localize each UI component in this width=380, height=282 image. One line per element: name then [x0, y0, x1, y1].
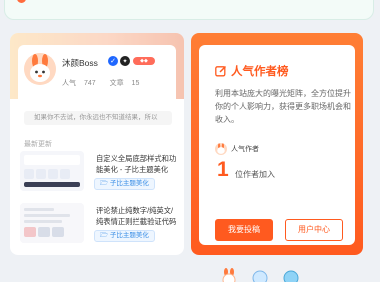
post-title[interactable]: 评论禁止纯数字/纯英文/纯表情正则拦截验证代码 [96, 205, 178, 227]
author-count: 1 [217, 158, 229, 181]
folder-icon: 🗁 [100, 232, 109, 239]
popular-author-panel: 人气作者榜 利用本站庞大的曝光矩阵，全方位提升你的个人影响力，获得更多职场机会和… [199, 45, 355, 245]
post-category[interactable]: 🗁 子比主题美化 [94, 230, 155, 242]
rabbit-avatar-icon [24, 53, 56, 85]
edit-icon [215, 65, 227, 77]
post-preview-image [20, 203, 84, 243]
rabbit-mascot-icon [222, 268, 236, 282]
popular-description: 利用本站庞大的曝光矩阵，全方位提升你的个人影响力，获得更多职场机会和收入。 [215, 89, 351, 124]
popular-author-item[interactable]: 人气作者 [215, 143, 259, 155]
stat-articles: 文章 15 [109, 80, 140, 87]
post-thumbnail[interactable] [20, 203, 84, 243]
popular-author-card: 人气作者榜 利用本站庞大的曝光矩阵，全方位提升你的个人影响力，获得更多职场机会和… [191, 33, 363, 255]
top-banner-card [4, 0, 374, 20]
author-count-label: 位作者加入 [235, 170, 275, 179]
top-strip [0, 0, 380, 22]
level-badge-icon: ✦ [120, 56, 130, 66]
vip-badge-icon: ◆◆ [133, 57, 155, 65]
post-preview-image [20, 151, 84, 191]
post-title[interactable]: 自定义全局底部样式和功能美化 - 子比主题美化 [96, 153, 178, 175]
username[interactable]: 沐颜Boss [62, 57, 98, 69]
bird-mascot-icon [283, 270, 299, 282]
author-motto: 如果你不去试，你永远也不知道结果，所以 [24, 111, 172, 125]
recent-title: 最新更新 [24, 141, 52, 148]
author-stats: 人气 747 文章 15 [62, 78, 151, 88]
avatar[interactable] [215, 143, 227, 155]
list-item[interactable]: 自定义全局底部样式和功能美化 - 子比主题美化 🗁 子比主题美化 [20, 151, 178, 195]
verified-icon: ✓ [108, 56, 118, 66]
author-card: 沐颜Boss ✓ ✦ ◆◆ 人气 747 文章 15 如果你不去试，你永远也不知… [10, 33, 184, 255]
cat-mascot-icon [252, 270, 268, 282]
post-thumbnail[interactable] [20, 151, 84, 191]
user-center-button[interactable]: 用户中心 [285, 219, 343, 241]
avatar[interactable] [24, 53, 56, 85]
stat-popularity: 人气 747 [62, 80, 96, 87]
folder-icon: 🗁 [100, 180, 109, 187]
rabbit-avatar-icon [215, 143, 227, 155]
post-category[interactable]: 🗁 子比主题美化 [94, 178, 155, 190]
submit-post-button[interactable]: 我要投稿 [215, 219, 273, 241]
popular-author-label: 人气作者 [231, 146, 259, 153]
popular-title: 人气作者榜 [215, 63, 289, 79]
top-dot-icon [17, 0, 26, 3]
list-item[interactable]: 评论禁止纯数字/纯英文/纯表情正则拦截验证代码 🗁 子比主题美化 [20, 203, 178, 247]
